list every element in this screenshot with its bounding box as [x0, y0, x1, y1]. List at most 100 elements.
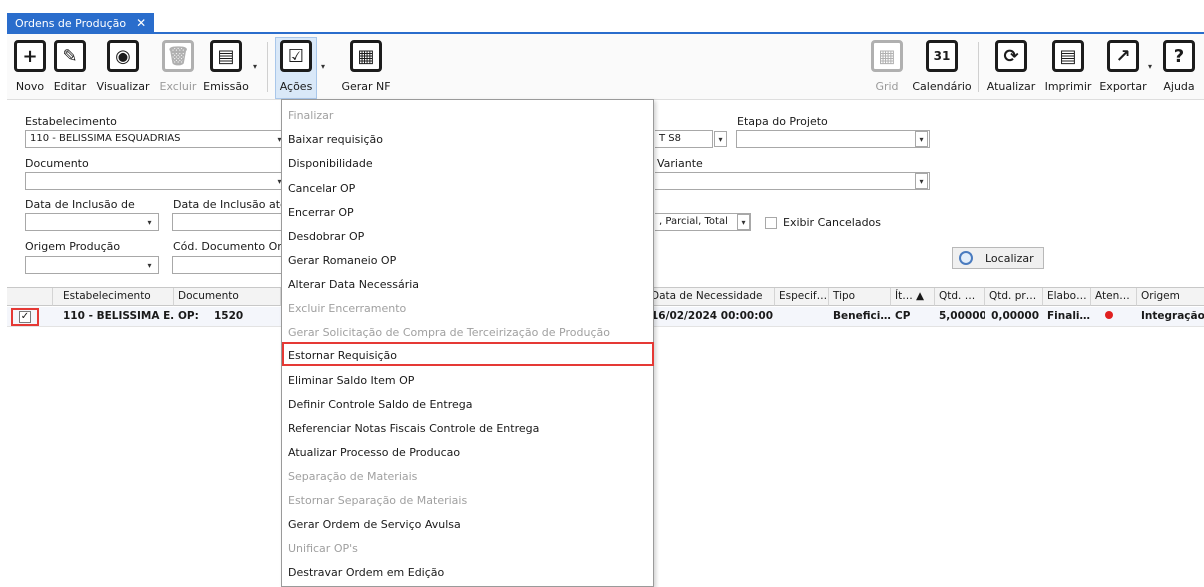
close-icon[interactable]: ✕	[136, 16, 146, 30]
exportar-label: Exportar	[1099, 80, 1147, 93]
exportar-dropdown-arrow[interactable]: ▾	[1148, 62, 1152, 71]
menu-item-desdobrar-op[interactable]: Desdobrar OP	[288, 225, 364, 247]
grid-header-qtd[interactable]: Qtd. …	[935, 288, 985, 306]
gerar-nf-button[interactable]: ▦ Gerar NF	[341, 38, 391, 98]
emissao-dropdown-arrow[interactable]: ▾	[253, 62, 257, 71]
grid-header-item[interactable]: Ít… ▲	[891, 288, 935, 306]
grid-header-data-necessidade[interactable]: Data de Necessidade	[647, 288, 775, 306]
cod-documento-origem-input[interactable]	[172, 256, 282, 274]
grid-button[interactable]: ▦ Grid	[869, 38, 905, 98]
editar-label: Editar	[53, 80, 87, 93]
data-inclusao-ate-label: Data de Inclusão até	[173, 198, 287, 211]
emissao-label: Emissão	[203, 80, 249, 93]
menu-item-gerar-romaneio-op[interactable]: Gerar Romaneio OP	[288, 249, 396, 271]
ajuda-label: Ajuda	[1163, 80, 1195, 93]
chevron-down-icon[interactable]: ▾	[737, 214, 750, 230]
grid-header-documento[interactable]: Documento	[174, 288, 281, 306]
novo-button[interactable]: + Novo	[14, 38, 46, 98]
calendar-icon: 31	[926, 40, 958, 72]
cell-qtd: 5,00000	[935, 307, 985, 327]
origem-producao-label: Origem Produção	[25, 240, 121, 253]
menu-item-cancelar-op[interactable]: Cancelar OP	[288, 177, 355, 199]
documento-label: Documento	[25, 157, 89, 170]
exportar-button[interactable]: ↗ Exportar	[1097, 38, 1149, 98]
menu-item-encerrar-op[interactable]: Encerrar OP	[288, 201, 354, 223]
cell-elabo: Finali…	[1043, 307, 1091, 327]
imprimir-button[interactable]: ▤ Imprimir	[1042, 38, 1094, 98]
estabelecimento-select[interactable]: 110 - BELISSIMA ESQUADRIAS	[25, 130, 283, 148]
cell-tipo: Benefici…	[829, 307, 891, 327]
chevron-down-icon[interactable]: ▾	[915, 131, 928, 147]
menu-item-atualizar-processo[interactable]: Atualizar Processo de Producao	[288, 441, 460, 463]
status-dot-icon	[1105, 311, 1113, 319]
refresh-icon: ⟳	[995, 40, 1027, 72]
chevron-down-icon[interactable]: ▾	[143, 257, 156, 273]
excluir-button[interactable]: 🗑 Excluir	[158, 38, 198, 98]
documento-select[interactable]	[25, 172, 283, 190]
chevron-down-icon[interactable]: ▾	[915, 173, 928, 189]
grid-header-estabelecimento[interactable]: Estabelecimento	[53, 288, 174, 306]
atualizar-label: Atualizar	[986, 80, 1036, 93]
excluir-label: Excluir	[159, 80, 197, 93]
exibir-cancelados-checkbox[interactable]	[765, 217, 777, 229]
grid-header-aten[interactable]: Aten…	[1091, 288, 1137, 306]
data-inclusao-de-input[interactable]	[25, 213, 159, 231]
menu-item-baixar-requisicao[interactable]: Baixar requisição	[288, 128, 383, 150]
emissao-button[interactable]: ▤ Emissão	[203, 38, 249, 98]
localizar-label: Localizar	[985, 251, 1034, 265]
origem-producao-select[interactable]	[25, 256, 159, 274]
data-inclusao-ate-input[interactable]	[172, 213, 282, 231]
tab-title: Ordens de Produção	[15, 16, 127, 30]
menu-item-eliminar-saldo-item-op[interactable]: Eliminar Saldo Item OP	[288, 369, 414, 391]
menu-item-separacao-materiais[interactable]: Separação de Materiais	[288, 465, 417, 487]
editar-button[interactable]: ✎ Editar	[51, 38, 89, 98]
menu-item-alterar-data-necessaria[interactable]: Alterar Data Necessária	[288, 273, 419, 295]
visualizar-label: Visualizar	[96, 80, 150, 93]
row-checkbox[interactable]: ✓	[19, 311, 31, 323]
variante-select[interactable]	[655, 172, 930, 190]
ajuda-button[interactable]: ? Ajuda	[1159, 38, 1199, 98]
grid-header-tipo[interactable]: Tipo	[829, 288, 891, 306]
visualizar-button[interactable]: ◉ Visualizar	[95, 38, 151, 98]
etapa-projeto-select[interactable]	[736, 130, 930, 148]
menu-item-finalizar[interactable]: Finalizar	[288, 104, 333, 126]
menu-item-unificar-ops[interactable]: Unificar OP's	[288, 537, 358, 559]
localizar-button[interactable]: Localizar	[952, 247, 1044, 269]
chevron-down-icon[interactable]: ▾	[714, 131, 727, 147]
grid-header-origem[interactable]: Origem	[1137, 288, 1204, 306]
cell-qtd-pr: 0,00000	[985, 307, 1043, 327]
acoes-dropdown-arrow[interactable]: ▾	[321, 62, 325, 71]
menu-item-destravar-ordem[interactable]: Destravar Ordem em Edição	[288, 561, 444, 583]
trash-icon: 🗑	[162, 40, 194, 72]
menu-item-gerar-ordem-servico[interactable]: Gerar Ordem de Serviço Avulsa	[288, 513, 461, 535]
grid-header-elabo[interactable]: Elabo…	[1043, 288, 1091, 306]
print-icon: ▤	[1052, 40, 1084, 72]
grid-header-especif[interactable]: Especif…	[775, 288, 829, 306]
menu-item-estornar-requisicao[interactable]: Estornar Requisição	[288, 344, 397, 366]
row-select-highlight[interactable]: ✓	[11, 308, 39, 326]
atualizar-button[interactable]: ⟳ Atualizar	[983, 38, 1039, 98]
cell-especif	[775, 307, 829, 327]
tab-ordens-producao[interactable]: Ordens de Produção ✕	[7, 13, 155, 33]
grid-header-qtd-pr[interactable]: Qtd. pr…	[985, 288, 1043, 306]
menu-item-estornar-separacao[interactable]: Estornar Separação de Materiais	[288, 489, 467, 511]
grid-label: Grid	[875, 80, 899, 93]
partial-select-1[interactable]: T S8	[655, 130, 713, 148]
grid-header-select[interactable]	[7, 288, 53, 306]
calendario-button[interactable]: 31 Calendário	[912, 38, 972, 98]
acoes-button[interactable]: ☑ Ações	[275, 37, 317, 99]
menu-item-definir-controle-saldo[interactable]: Definir Controle Saldo de Entrega	[288, 393, 472, 415]
chevron-down-icon[interactable]: ▾	[143, 214, 156, 230]
novo-label: Novo	[15, 80, 45, 93]
cell-aten	[1091, 307, 1137, 327]
menu-item-disponibilidade[interactable]: Disponibilidade	[288, 152, 373, 174]
menu-item-excluir-encerramento[interactable]: Excluir Encerramento	[288, 297, 406, 319]
eye-icon: ◉	[107, 40, 139, 72]
printer-icon: ▤	[210, 40, 242, 72]
export-icon: ↗	[1107, 40, 1139, 72]
data-inclusao-de-label: Data de Inclusão de	[25, 198, 135, 211]
help-icon: ?	[1163, 40, 1195, 72]
menu-item-referenciar-notas-fiscais[interactable]: Referenciar Notas Fiscais Controle de En…	[288, 417, 539, 439]
calendario-label: Calendário	[912, 80, 972, 93]
menu-item-gerar-solicitacao-compra[interactable]: Gerar Solicitação de Compra de Terceiriz…	[288, 321, 610, 343]
